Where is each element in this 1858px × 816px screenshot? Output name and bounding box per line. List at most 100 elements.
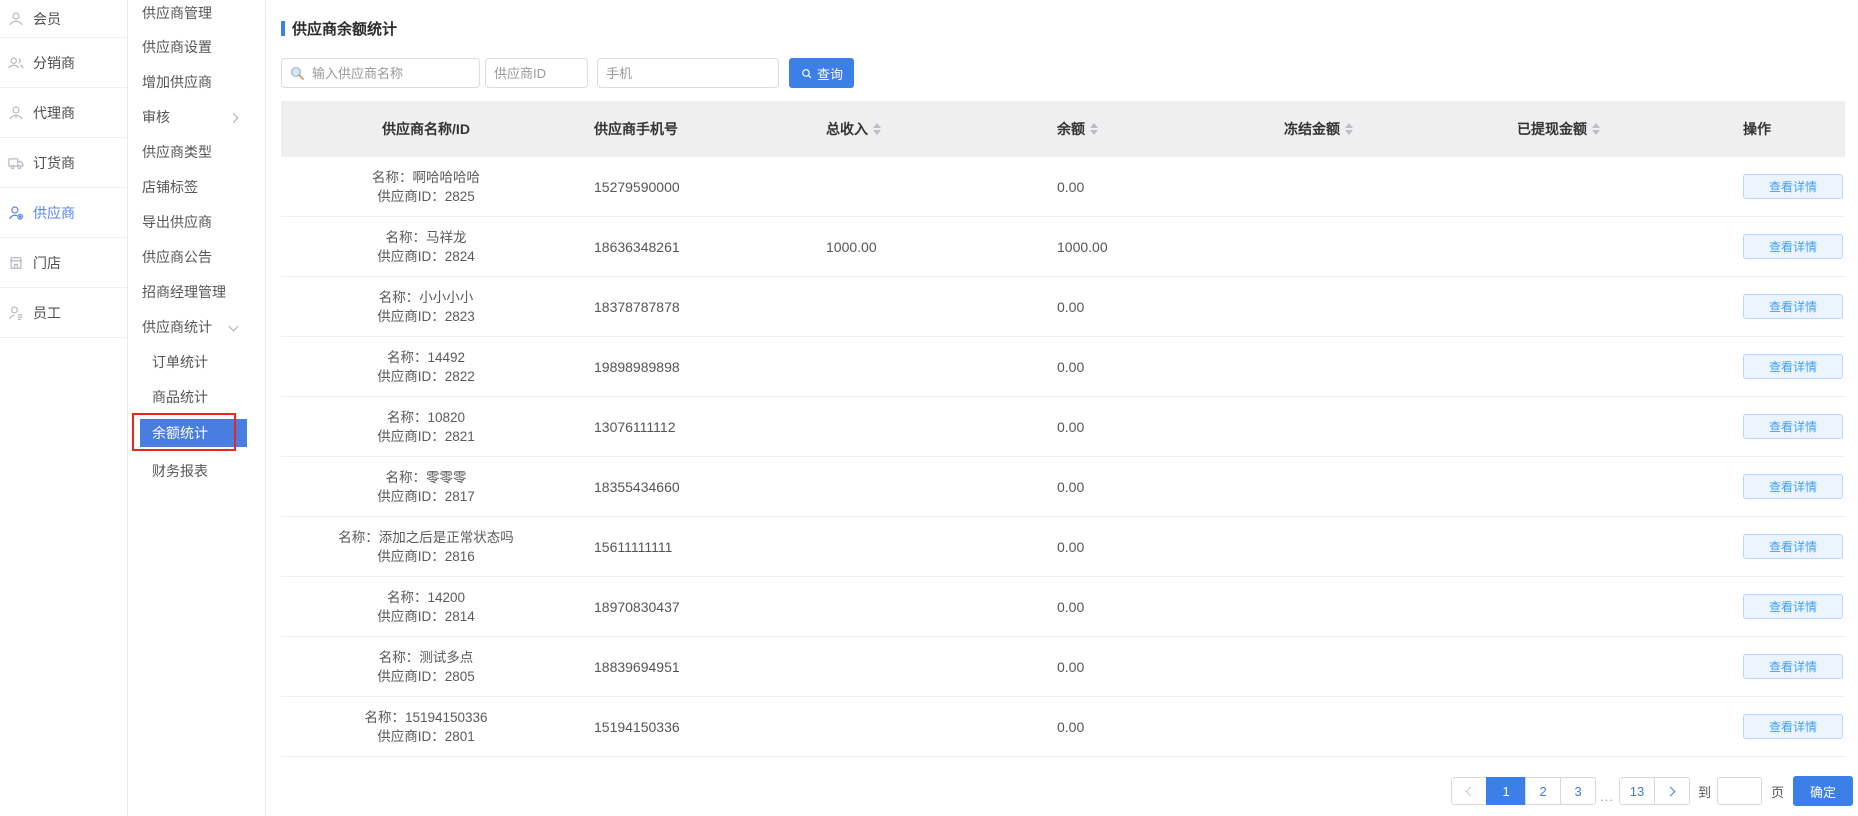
main-content: 供应商余额统计 查询 供应商名称/ID 供应商手机号 总收入 余额 <box>266 0 1858 816</box>
menu-item-supplier-type[interactable]: 供应商类型 <box>128 135 265 170</box>
page-button-3[interactable]: 3 <box>1560 777 1596 805</box>
supplier-submenu: 供应商管理 供应商设置 增加供应商 审核 供应商类型 店铺标签 导出供应商 供应… <box>128 0 266 816</box>
menu-item-supplier-announcements[interactable]: 供应商公告 <box>128 240 265 275</box>
withdrawn-value <box>1494 517 1722 576</box>
prev-page-button[interactable] <box>1451 777 1487 805</box>
balance-value: 0.00 <box>1036 277 1264 336</box>
view-detail-button[interactable]: 查看详情 <box>1743 534 1843 559</box>
page-button-1[interactable]: 1 <box>1486 777 1526 805</box>
withdrawn-value <box>1494 697 1722 756</box>
menu-item-add-supplier[interactable]: 增加供应商 <box>128 65 265 100</box>
balance-value: 0.00 <box>1036 157 1264 216</box>
sidebar-item-distributors[interactable]: 分销商 <box>0 38 127 88</box>
supplier-id-input[interactable] <box>485 58 588 88</box>
view-detail-button[interactable]: 查看详情 <box>1743 714 1843 739</box>
chevron-right-icon <box>229 113 239 123</box>
page-title: 供应商余额统计 <box>281 18 397 39</box>
withdrawn-value <box>1494 397 1722 456</box>
col-header-withdrawn: 已提现金额 <box>1494 101 1722 157</box>
sidebar-item-agents[interactable]: 代理商 <box>0 88 127 138</box>
supplier-id: 供应商ID：2814 <box>377 607 475 626</box>
balance-value: 0.00 <box>1036 397 1264 456</box>
supplier-name: 名称：小小小小 <box>377 288 475 307</box>
supplier-id: 供应商ID：2817 <box>377 487 475 506</box>
col-header-balance: 余额 <box>1036 101 1264 157</box>
view-detail-button[interactable]: 查看详情 <box>1743 294 1843 319</box>
supplier-name: 名称：15194150336 <box>364 708 487 727</box>
confirm-button[interactable]: 确定 <box>1793 776 1853 806</box>
query-button[interactable]: 查询 <box>789 58 854 88</box>
balance-table: 供应商名称/ID 供应商手机号 总收入 余额 冻结金额 已提现金额 操作 名称：… <box>281 101 1845 757</box>
staff-icon <box>7 304 25 322</box>
supplier-id: 供应商ID：2801 <box>364 727 487 746</box>
balance-value: 1000.00 <box>1036 217 1264 276</box>
balance-value: 0.00 <box>1036 577 1264 636</box>
view-detail-button[interactable]: 查看详情 <box>1743 354 1843 379</box>
chevron-down-icon <box>229 321 239 331</box>
menu-item-store-tags[interactable]: 店铺标签 <box>128 170 265 205</box>
view-detail-button[interactable]: 查看详情 <box>1743 654 1843 679</box>
total-income-value <box>806 277 1036 336</box>
sort-icon[interactable] <box>1345 123 1353 135</box>
frozen-value <box>1264 157 1494 216</box>
menu-item-export-suppliers[interactable]: 导出供应商 <box>128 205 265 240</box>
balance-value: 0.00 <box>1036 337 1264 396</box>
supplier-name: 名称：添加之后是正常状态吗 <box>338 528 514 547</box>
frozen-value <box>1264 577 1494 636</box>
supplier-id: 供应商ID：2816 <box>338 547 514 566</box>
store-icon <box>7 254 25 272</box>
sidebar-item-label: 代理商 <box>33 103 75 123</box>
view-detail-button[interactable]: 查看详情 <box>1743 474 1843 499</box>
total-income-value <box>806 637 1036 696</box>
table-row: 名称：啊哈哈哈哈 供应商ID：2825 15279590000 0.00 查看详… <box>281 157 1845 217</box>
supplier-name: 名称：测试多点 <box>377 648 475 667</box>
page-button-2[interactable]: 2 <box>1525 777 1561 805</box>
supplier-phone: 19898989898 <box>571 337 806 396</box>
menu-item-supplier-management[interactable]: 供应商管理 <box>128 0 265 30</box>
menu-item-order-statistics[interactable]: 订单统计 <box>128 345 265 380</box>
frozen-value <box>1264 337 1494 396</box>
menu-item-balance-statistics[interactable]: 余额统计 <box>128 419 265 454</box>
table-header: 供应商名称/ID 供应商手机号 总收入 余额 冻结金额 已提现金额 操作 <box>281 101 1845 157</box>
sort-icon[interactable] <box>873 123 881 135</box>
menu-item-supplier-settings[interactable]: 供应商设置 <box>128 30 265 65</box>
phone-input[interactable] <box>597 58 779 88</box>
sidebar-item-stores[interactable]: 门店 <box>0 238 127 288</box>
view-detail-button[interactable]: 查看详情 <box>1743 414 1843 439</box>
jump-page-input[interactable] <box>1717 777 1762 805</box>
view-detail-button[interactable]: 查看详情 <box>1743 174 1843 199</box>
total-income-value <box>806 337 1036 396</box>
withdrawn-value <box>1494 217 1722 276</box>
sort-icon[interactable] <box>1090 123 1098 135</box>
balance-value: 0.00 <box>1036 697 1264 756</box>
sidebar-item-staff[interactable]: 员工 <box>0 288 127 338</box>
supplier-name: 名称：14200 <box>377 588 475 607</box>
chevron-right-icon <box>1666 786 1676 796</box>
view-detail-button[interactable]: 查看详情 <box>1743 234 1843 259</box>
table-row: 名称：10820 供应商ID：2821 13076111112 0.00 查看详… <box>281 397 1845 457</box>
supplier-name-input[interactable] <box>281 58 480 88</box>
total-income-value <box>806 517 1036 576</box>
total-income-value <box>806 397 1036 456</box>
sort-icon[interactable] <box>1592 123 1600 135</box>
agent-icon <box>7 104 25 122</box>
chevron-left-icon <box>1466 786 1476 796</box>
next-page-button[interactable] <box>1654 777 1690 805</box>
menu-item-merchant-manager[interactable]: 招商经理管理 <box>128 275 265 310</box>
supplier-phone: 15194150336 <box>571 697 806 756</box>
menu-item-product-statistics[interactable]: 商品统计 <box>128 380 265 415</box>
menu-item-review[interactable]: 审核 <box>128 100 265 135</box>
sidebar-item-suppliers[interactable]: 供应商 <box>0 188 127 238</box>
sidebar-item-label: 分销商 <box>33 53 75 73</box>
sidebar-item-members[interactable]: 会员 <box>0 0 127 38</box>
withdrawn-value <box>1494 277 1722 336</box>
supplier-id: 供应商ID：2824 <box>377 247 475 266</box>
icon-rail: 会员 分销商 代理商 订货商 供应商 门店 员工 <box>0 0 128 816</box>
sidebar-item-orderers[interactable]: 订货商 <box>0 138 127 188</box>
view-detail-button[interactable]: 查看详情 <box>1743 594 1843 619</box>
menu-item-supplier-statistics[interactable]: 供应商统计 <box>128 310 265 345</box>
menu-item-financial-reports[interactable]: 财务报表 <box>128 454 265 489</box>
page-button-13[interactable]: 13 <box>1619 777 1655 805</box>
supplier-phone: 18636348261 <box>571 217 806 276</box>
withdrawn-value <box>1494 157 1722 216</box>
